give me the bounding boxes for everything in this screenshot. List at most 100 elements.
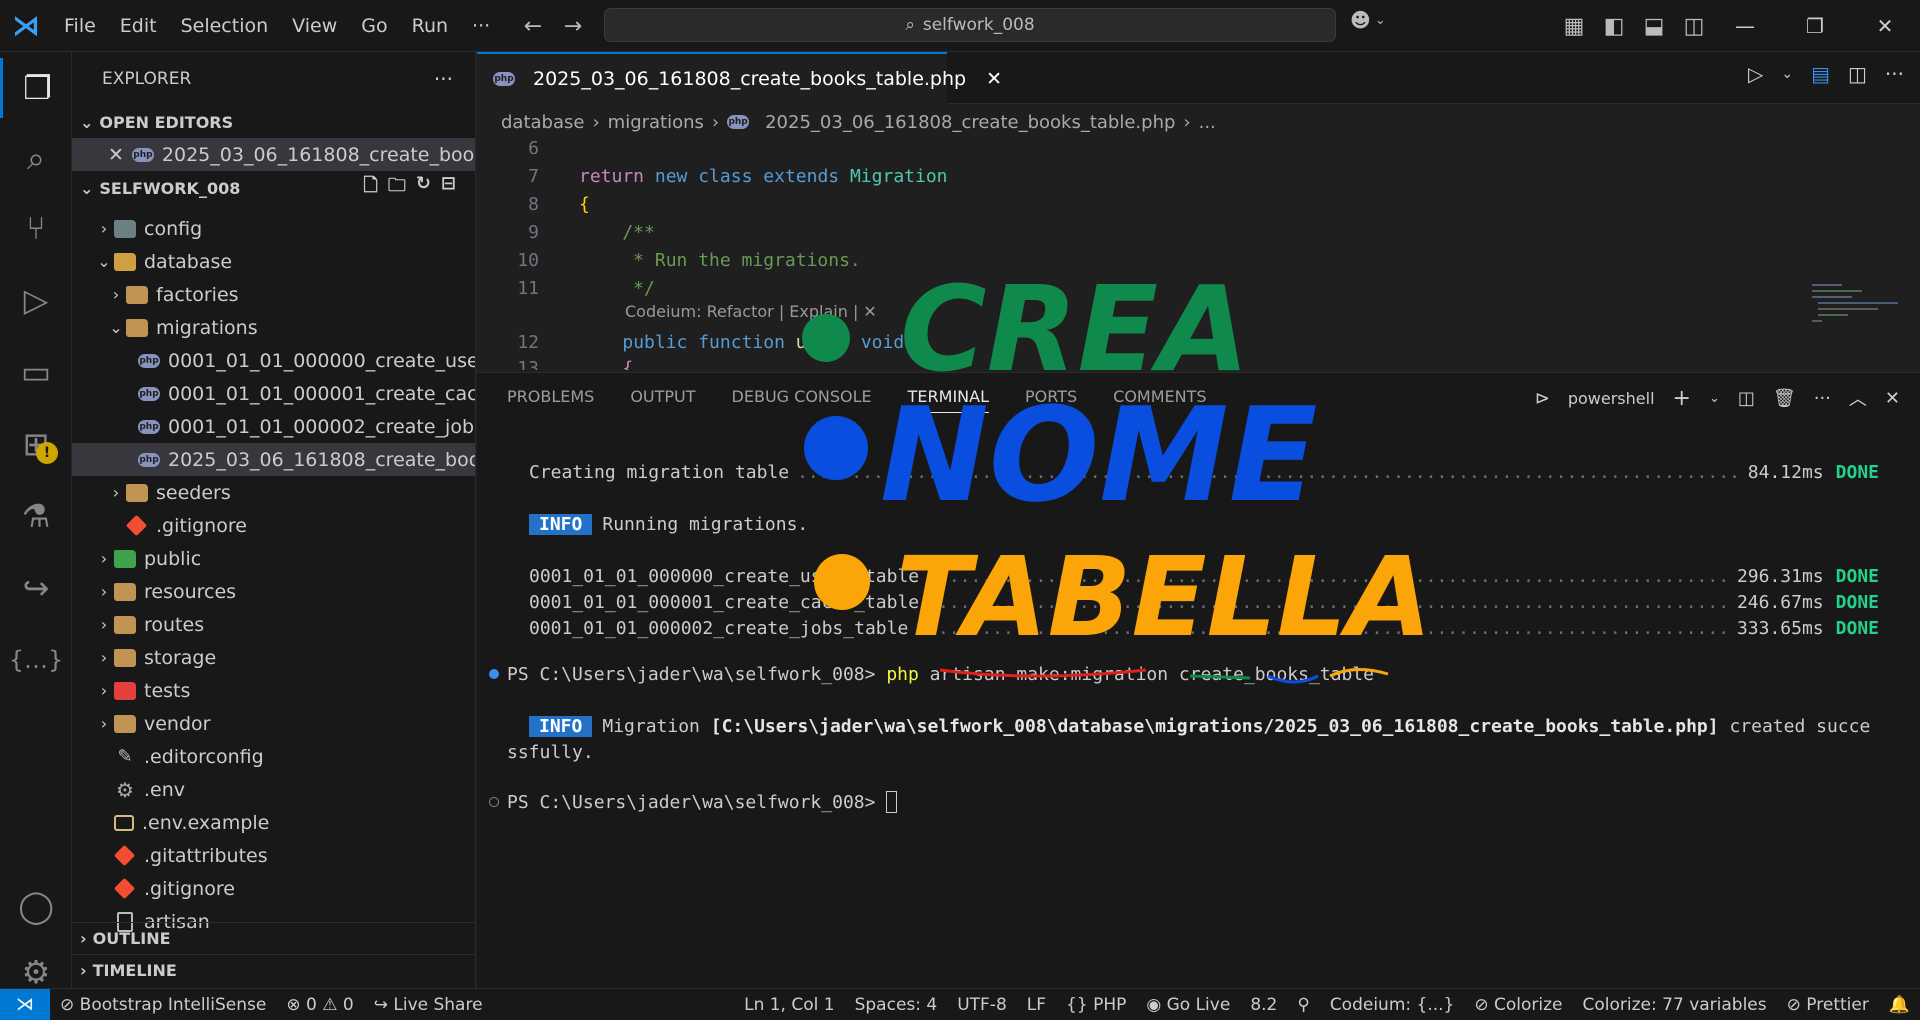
menu-run[interactable]: Run <box>400 0 460 52</box>
toggle-panel-icon[interactable]: ⬓ <box>1636 8 1672 44</box>
tab-comments[interactable]: COMMENTS <box>1113 387 1206 413</box>
accounts-icon[interactable]: ◯ <box>0 876 72 936</box>
live-share-status[interactable]: ↪ Live Share <box>364 995 493 1015</box>
run-icon[interactable]: ▷ <box>1748 62 1763 86</box>
codeium-status[interactable]: Codeium: {...} <box>1320 995 1465 1015</box>
breadcrumb-migrations[interactable]: migrations <box>608 112 704 133</box>
wrench-icon[interactable]: ⚲ <box>1287 995 1319 1015</box>
project-section[interactable]: ⌄ SELFWORK_008 🗋 🗀 ↻ ⊟ <box>72 172 475 204</box>
close-icon[interactable]: ✕ <box>986 68 1002 90</box>
codeium-codelens[interactable]: Codeium: Refactor | Explain | ✕ <box>625 302 877 321</box>
tree-item[interactable]: › routes <box>72 608 475 641</box>
menu-edit[interactable]: Edit <box>108 0 169 52</box>
close-window-icon[interactable]: ✕ <box>1850 0 1920 52</box>
language-mode[interactable]: {} PHP <box>1056 995 1136 1015</box>
tree-item[interactable]: .gitignore <box>72 872 475 905</box>
tree-item[interactable]: .env.example <box>72 806 475 839</box>
source-control-icon[interactable]: ⑂ <box>0 198 72 258</box>
tab-debug-console[interactable]: DEBUG CONSOLE <box>732 387 872 413</box>
toggle-secondary-sidebar-icon[interactable]: ◫ <box>1676 8 1712 44</box>
code-editor[interactable]: 6 7 return new class extends Migration 8 {… <box>477 140 1920 370</box>
menu-selection[interactable]: Selection <box>169 0 281 52</box>
live-share-icon[interactable]: ↪ <box>0 558 72 618</box>
outline-section[interactable]: › OUTLINE <box>72 922 475 954</box>
testing-icon[interactable]: ⚗ <box>0 486 72 546</box>
close-icon[interactable]: ✕ <box>108 144 124 166</box>
breadcrumb-file[interactable]: 2025_03_06_161808_create_books_table.php <box>765 112 1175 133</box>
prettier[interactable]: ⊘ Prettier <box>1777 995 1879 1015</box>
cursor-position[interactable]: Ln 1, Col 1 <box>734 995 845 1015</box>
tree-item[interactable]: › public <box>72 542 475 575</box>
terminal-output[interactable]: Creating migration table ...............… <box>477 429 1920 989</box>
tree-item[interactable]: › vendor <box>72 707 475 740</box>
problems-status[interactable]: ⊗ 0 ⚠ 0 <box>276 995 363 1015</box>
end-of-line[interactable]: LF <box>1017 995 1056 1015</box>
tab-problems[interactable]: PROBLEMS <box>507 387 594 413</box>
toggle-primary-sidebar-icon[interactable]: ◧ <box>1596 8 1632 44</box>
collapse-all-icon[interactable]: ⊟ <box>441 173 456 203</box>
tree-item[interactable]: ⌄ migrations <box>72 311 475 344</box>
customize-layout-icon[interactable]: ▦ <box>1556 8 1592 44</box>
tree-item[interactable]: .gitignore <box>72 509 475 542</box>
tree-item[interactable]: php 0001_01_01_000001_create_cach... <box>72 377 475 410</box>
more-actions-icon[interactable]: ··· <box>1885 62 1904 86</box>
menu-more[interactable]: ··· <box>460 0 502 52</box>
kill-terminal-icon[interactable]: 🗑 <box>1773 388 1796 409</box>
run-debug-icon[interactable]: ▷ <box>0 270 72 330</box>
split-terminal-icon[interactable]: ◫ <box>1738 388 1755 409</box>
new-terminal-icon[interactable]: + <box>1673 386 1691 411</box>
tree-item[interactable]: php 0001_01_01_000000_create_user... <box>72 344 475 377</box>
tree-item[interactable]: php 0001_01_01_000002_create_jobs... <box>72 410 475 443</box>
go-live[interactable]: ◉ Go Live <box>1136 995 1240 1015</box>
tab-output[interactable]: OUTPUT <box>630 387 695 413</box>
search-icon[interactable]: ⌕ <box>0 128 72 188</box>
shell-name[interactable]: powershell <box>1568 389 1655 408</box>
copilot-menu[interactable]: ☻ ⌄ <box>1350 8 1386 32</box>
notifications-bell-icon[interactable]: 🔔 <box>1879 995 1920 1015</box>
more-actions-icon[interactable]: ··· <box>434 67 453 91</box>
new-file-icon[interactable]: 🗋 <box>363 173 377 203</box>
close-panel-icon[interactable]: ✕ <box>1885 388 1900 409</box>
bootstrap-intellisense[interactable]: ⊘ Bootstrap IntelliSense <box>50 995 276 1015</box>
maximize-panel-icon[interactable]: ︿ <box>1849 385 1867 411</box>
tree-item[interactable]: .gitattributes <box>72 839 475 872</box>
refresh-icon[interactable]: ↻ <box>416 173 431 203</box>
tree-item[interactable]: › seeders <box>72 476 475 509</box>
more-actions-icon[interactable]: ··· <box>1814 388 1831 409</box>
explorer-icon[interactable]: ❐ <box>0 58 72 118</box>
open-editor-item[interactable]: ✕ php 2025_03_06_161808_create_books... <box>72 138 475 171</box>
tab-ports[interactable]: PORTS <box>1025 387 1077 413</box>
breadcrumb-database[interactable]: database <box>501 112 584 133</box>
tree-item[interactable]: ⌄ database <box>72 245 475 278</box>
minimize-icon[interactable]: — <box>1710 0 1780 52</box>
indentation[interactable]: Spaces: 4 <box>845 995 948 1015</box>
timeline-section[interactable]: › TIMELINE <box>72 954 475 986</box>
restore-icon[interactable]: ❐ <box>1780 0 1850 52</box>
menu-go[interactable]: Go <box>349 0 399 52</box>
remote-window-icon[interactable]: ⋊ <box>0 988 50 1020</box>
extensions-icon[interactable]: ⊞! <box>0 414 72 474</box>
tree-item[interactable]: › storage <box>72 641 475 674</box>
colorize[interactable]: ⊘ Colorize <box>1464 995 1572 1015</box>
terminal-cursor[interactable] <box>886 791 898 813</box>
tab-active-file[interactable]: php 2025_03_06_161808_create_books_table… <box>477 52 1002 104</box>
split-editor-icon[interactable]: ◫ <box>1848 62 1867 86</box>
remote-explorer-icon[interactable]: ▭ <box>0 342 72 402</box>
colorize-variables[interactable]: Colorize: 77 variables <box>1573 995 1777 1015</box>
forward-arrow-icon[interactable]: → <box>555 8 591 44</box>
tree-item[interactable]: › tests <box>72 674 475 707</box>
minimap[interactable] <box>1806 280 1906 340</box>
breadcrumb-symbol[interactable]: ... <box>1199 112 1216 133</box>
new-folder-icon[interactable]: 🗀 <box>388 173 406 203</box>
open-editors-section[interactable]: ⌄ OPEN EDITORS <box>72 106 475 138</box>
tree-item[interactable]: php 2025_03_06_161808_create_boo... <box>72 443 475 476</box>
open-changes-icon[interactable]: ▤ <box>1811 62 1830 86</box>
tab-terminal[interactable]: TERMINAL <box>907 387 990 413</box>
menu-view[interactable]: View <box>280 0 349 52</box>
tree-item[interactable]: › resources <box>72 575 475 608</box>
json-braces-icon[interactable]: {…} <box>0 630 72 690</box>
chevron-down-icon[interactable]: ⌄ <box>1781 66 1793 82</box>
menu-file[interactable]: File <box>52 0 108 52</box>
tree-item[interactable]: ⚙ .env <box>72 773 475 806</box>
php-version[interactable]: 8.2 <box>1240 995 1287 1015</box>
